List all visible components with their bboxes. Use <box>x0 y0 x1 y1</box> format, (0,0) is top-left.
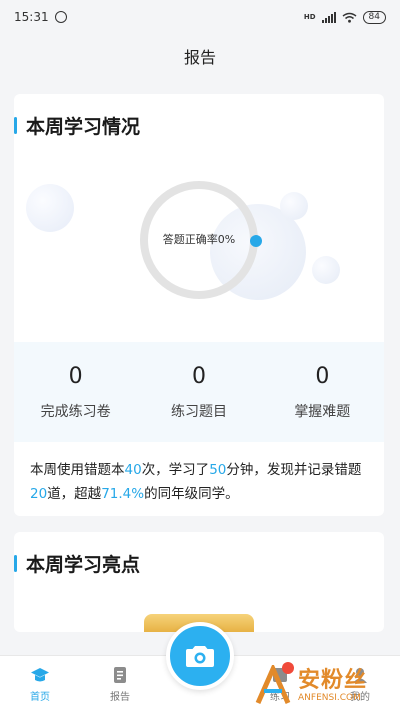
stat-mastered-hard: 0 掌握难题 <box>261 342 384 442</box>
graduation-cap-icon <box>31 668 49 682</box>
stat-completed-papers: 0 完成练习卷 <box>14 342 137 442</box>
page-header: 报告 <box>0 34 400 78</box>
summary-percent: 71.4% <box>101 486 145 502</box>
stat-value: 0 <box>191 364 206 389</box>
tab-label: 报告 <box>110 692 130 703</box>
alarm-icon <box>54 11 67 23</box>
stat-label: 练习题目 <box>170 404 227 420</box>
watermark-logo-icon <box>255 664 291 704</box>
stat-value: 0 <box>68 364 83 389</box>
summary-text: 的同年级同学。 <box>144 486 239 502</box>
camera-button[interactable] <box>166 622 234 690</box>
report-book-icon <box>114 667 126 683</box>
watermark-cn: 安粉丝 <box>298 667 368 693</box>
summary-text: 道，超越 <box>47 486 102 502</box>
watermark-en: ANFENSI.COM <box>298 692 361 703</box>
stat-label: 完成练习卷 <box>40 404 111 420</box>
weekly-study-title: 本周学习情况 <box>14 114 140 138</box>
signal-icon <box>321 11 336 23</box>
accuracy-label: 答题正确率0% <box>162 233 236 246</box>
watermark: 安粉丝 ANFENSI.COM <box>252 660 400 711</box>
stat-practice-questions: 0 练习题目 <box>137 342 260 442</box>
battery-indicator: 84 <box>362 10 386 24</box>
decor-bubble <box>26 184 74 232</box>
summary-times: 40 <box>124 462 142 478</box>
summary-errors: 20 <box>30 486 48 502</box>
highlights-title: 本周学习亮点 <box>14 552 140 576</box>
tab-home[interactable]: 首页 <box>0 656 80 711</box>
stat-label: 掌握难题 <box>294 404 351 420</box>
page-title: 报告 <box>183 48 216 67</box>
weekly-summary: 本周使用错题本40次，学习了50分钟，发现并记录错题 20道，超越71.4%的同年… <box>30 458 375 506</box>
network-type: HD <box>303 13 316 21</box>
stat-value: 0 <box>315 364 330 389</box>
accuracy-indicator-dot <box>250 235 262 247</box>
highlights-card: 本周学习亮点 <box>14 532 384 632</box>
decor-bubble <box>280 192 308 220</box>
summary-text: 分钟，发现并记录错题 <box>226 462 362 478</box>
tab-label: 首页 <box>30 692 50 703</box>
wifi-icon <box>342 12 357 23</box>
camera-icon <box>186 646 214 667</box>
accuracy-ring: 答题正确率0% <box>138 179 262 301</box>
decor-bubble <box>312 256 340 284</box>
summary-minutes: 50 <box>209 462 227 478</box>
weekly-study-card: 本周学习情况 答题正确率0% 0 完成练习卷 0 练习题目 0 掌握难题 本周使… <box>14 94 384 516</box>
summary-text: 本周使用错题本 <box>30 462 125 478</box>
tab-report[interactable]: 报告 <box>80 656 160 711</box>
status-time: 15:31 <box>14 10 49 24</box>
summary-text: 次，学习了 <box>141 462 210 478</box>
status-bar: 15:31 HD 84 <box>0 0 400 34</box>
stats-row: 0 完成练习卷 0 练习题目 0 掌握难题 <box>14 342 384 442</box>
